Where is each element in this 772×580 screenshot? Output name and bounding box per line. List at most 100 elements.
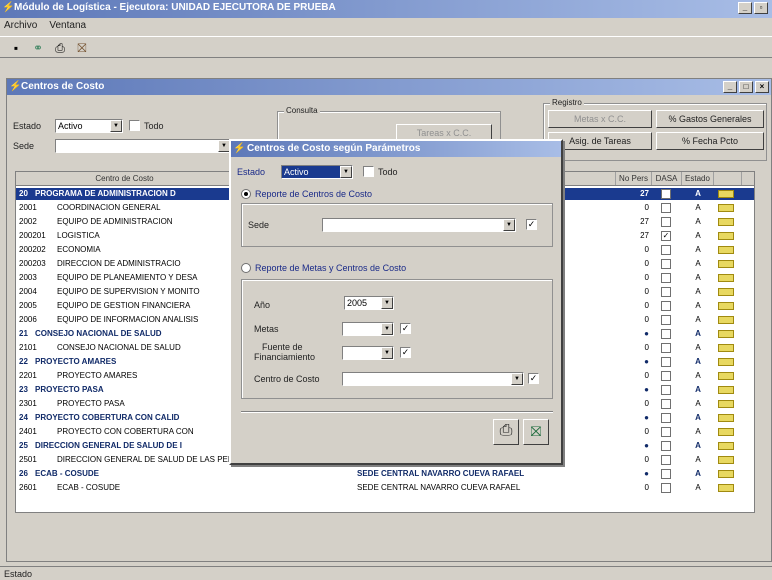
edit-icon[interactable] xyxy=(718,470,734,478)
edit-icon[interactable] xyxy=(718,246,734,254)
dasa-checkbox[interactable] xyxy=(661,315,671,325)
cell-edit xyxy=(714,384,742,396)
edit-icon[interactable] xyxy=(718,414,734,422)
chevron-down-icon[interactable]: ▼ xyxy=(381,297,393,309)
cc-checkbox[interactable]: ✓ xyxy=(528,373,539,384)
dasa-checkbox[interactable] xyxy=(661,483,671,493)
dasa-checkbox[interactable] xyxy=(661,427,671,437)
restore-button[interactable]: ▫ xyxy=(754,2,768,14)
dasa-checkbox[interactable] xyxy=(661,413,671,423)
cell-estado: A xyxy=(695,483,701,492)
dasa-checkbox[interactable] xyxy=(661,329,671,339)
sede-select[interactable]: ▼ xyxy=(55,139,231,153)
cell-no-pers: 0 xyxy=(644,427,649,436)
minimize-button[interactable]: _ xyxy=(738,2,752,14)
cell-no-pers: 0 xyxy=(644,301,649,310)
edit-icon[interactable] xyxy=(718,274,734,282)
table-group-row[interactable]: 26 ECAB - COSUDE SEDE CENTRAL NAVARRO CUEV… xyxy=(16,468,754,480)
todo-checkbox[interactable] xyxy=(129,120,140,131)
window-maximize-button[interactable]: □ xyxy=(739,81,753,93)
exit-door-icon[interactable]: ⛝ xyxy=(74,40,90,56)
dasa-checkbox[interactable] xyxy=(661,399,671,409)
cell-estado: A xyxy=(695,231,701,240)
chevron-down-icon[interactable]: ▼ xyxy=(110,120,122,132)
dasa-checkbox[interactable] xyxy=(661,301,671,311)
edit-icon[interactable] xyxy=(718,386,734,394)
edit-icon[interactable] xyxy=(718,218,734,226)
col-estado[interactable]: Estado xyxy=(682,172,714,185)
dasa-checkbox[interactable] xyxy=(661,203,671,213)
chevron-down-icon[interactable]: ▼ xyxy=(340,166,352,178)
dasa-checkbox[interactable] xyxy=(661,189,671,199)
reporte-metas-radio[interactable] xyxy=(241,263,251,273)
edit-icon[interactable] xyxy=(718,358,734,366)
dasa-checkbox[interactable] xyxy=(661,287,671,297)
menu-ventana[interactable]: Ventana xyxy=(49,20,86,32)
edit-icon[interactable] xyxy=(718,400,734,408)
asig-tareas-button[interactable]: Asig. de Tareas xyxy=(548,132,652,150)
dlg-sede-select[interactable]: ▼ xyxy=(322,218,516,232)
fecha-pcto-button[interactable]: % Fecha Pcto xyxy=(656,132,764,150)
dlg-todo-checkbox[interactable] xyxy=(363,166,374,177)
col-no-pers[interactable]: No Pers xyxy=(616,172,652,185)
edit-icon[interactable] xyxy=(718,288,734,296)
dasa-checkbox[interactable] xyxy=(661,371,671,381)
cell-name: EQUIPO DE GESTION FINANCIERA xyxy=(57,301,191,310)
print-icon[interactable]: ⎙ xyxy=(493,419,519,445)
reporte-cc-radio[interactable] xyxy=(241,189,251,199)
menu-archivo[interactable]: Archivo xyxy=(4,20,37,32)
fuente-checkbox[interactable]: ✓ xyxy=(400,347,411,358)
dasa-checkbox[interactable] xyxy=(661,245,671,255)
col-centro-costo[interactable]: Centro de Costo xyxy=(16,172,234,185)
edit-icon[interactable] xyxy=(718,190,734,198)
dasa-checkbox[interactable]: ✓ xyxy=(661,231,671,241)
anio-select[interactable]: 2005 ▼ xyxy=(344,296,394,310)
metas-cc-button[interactable]: Metas x C.C. xyxy=(548,110,652,128)
dasa-checkbox[interactable] xyxy=(661,259,671,269)
edit-icon[interactable] xyxy=(718,344,734,352)
cell-name: DIRECCION GENERAL DE SALUD DE LAS PERSON… xyxy=(57,455,244,464)
edit-icon[interactable] xyxy=(718,204,734,212)
fuente-select[interactable]: ▼ xyxy=(342,346,394,360)
chevron-down-icon[interactable]: ▼ xyxy=(511,373,523,385)
col-dasa[interactable]: DASA xyxy=(652,172,682,185)
table-row[interactable]: 2601 ECAB - COSUDE SEDE CENTRAL NAVARRO CU… xyxy=(16,482,754,494)
gastos-generales-button[interactable]: % Gastos Generales xyxy=(656,110,764,128)
dasa-checkbox[interactable] xyxy=(661,217,671,227)
print-icon[interactable]: ⎙ xyxy=(52,40,68,56)
edit-icon[interactable] xyxy=(718,456,734,464)
edit-icon[interactable] xyxy=(718,260,734,268)
cell-code: 2001 xyxy=(19,203,37,212)
edit-icon[interactable] xyxy=(718,428,734,436)
edit-icon[interactable] xyxy=(718,372,734,380)
edit-icon[interactable] xyxy=(718,232,734,240)
metas-checkbox[interactable]: ✓ xyxy=(400,323,411,334)
chevron-down-icon[interactable]: ▼ xyxy=(381,347,393,359)
dlg-estado-select[interactable]: Activo ▼ xyxy=(281,165,353,179)
window-minimize-button[interactable]: _ xyxy=(723,81,737,93)
edit-icon[interactable] xyxy=(718,442,734,450)
cell-edit xyxy=(714,328,742,340)
binoculars-icon[interactable]: ⚭ xyxy=(30,40,46,56)
window-close-button[interactable]: × xyxy=(755,81,769,93)
dasa-checkbox[interactable] xyxy=(661,455,671,465)
dasa-checkbox[interactable] xyxy=(661,273,671,283)
dasa-checkbox[interactable] xyxy=(661,441,671,451)
dasa-checkbox[interactable] xyxy=(661,469,671,479)
dasa-checkbox[interactable] xyxy=(661,343,671,353)
cc-select[interactable]: ▼ xyxy=(342,372,524,386)
edit-icon[interactable] xyxy=(718,316,734,324)
chevron-down-icon[interactable]: ▼ xyxy=(503,219,515,231)
exit-door-icon[interactable]: ⛝ xyxy=(523,419,549,445)
dlg-sede-checkbox[interactable]: ✓ xyxy=(526,219,537,230)
edit-icon[interactable] xyxy=(718,302,734,310)
chevron-down-icon[interactable]: ▼ xyxy=(381,323,393,335)
metas-select[interactable]: ▼ xyxy=(342,322,394,336)
estado-select[interactable]: Activo ▼ xyxy=(55,119,123,133)
col-edit[interactable] xyxy=(714,172,742,185)
dasa-checkbox[interactable] xyxy=(661,385,671,395)
edit-icon[interactable] xyxy=(718,484,734,492)
save-icon[interactable]: ▪ xyxy=(8,40,24,56)
dasa-checkbox[interactable] xyxy=(661,357,671,367)
edit-icon[interactable] xyxy=(718,330,734,338)
